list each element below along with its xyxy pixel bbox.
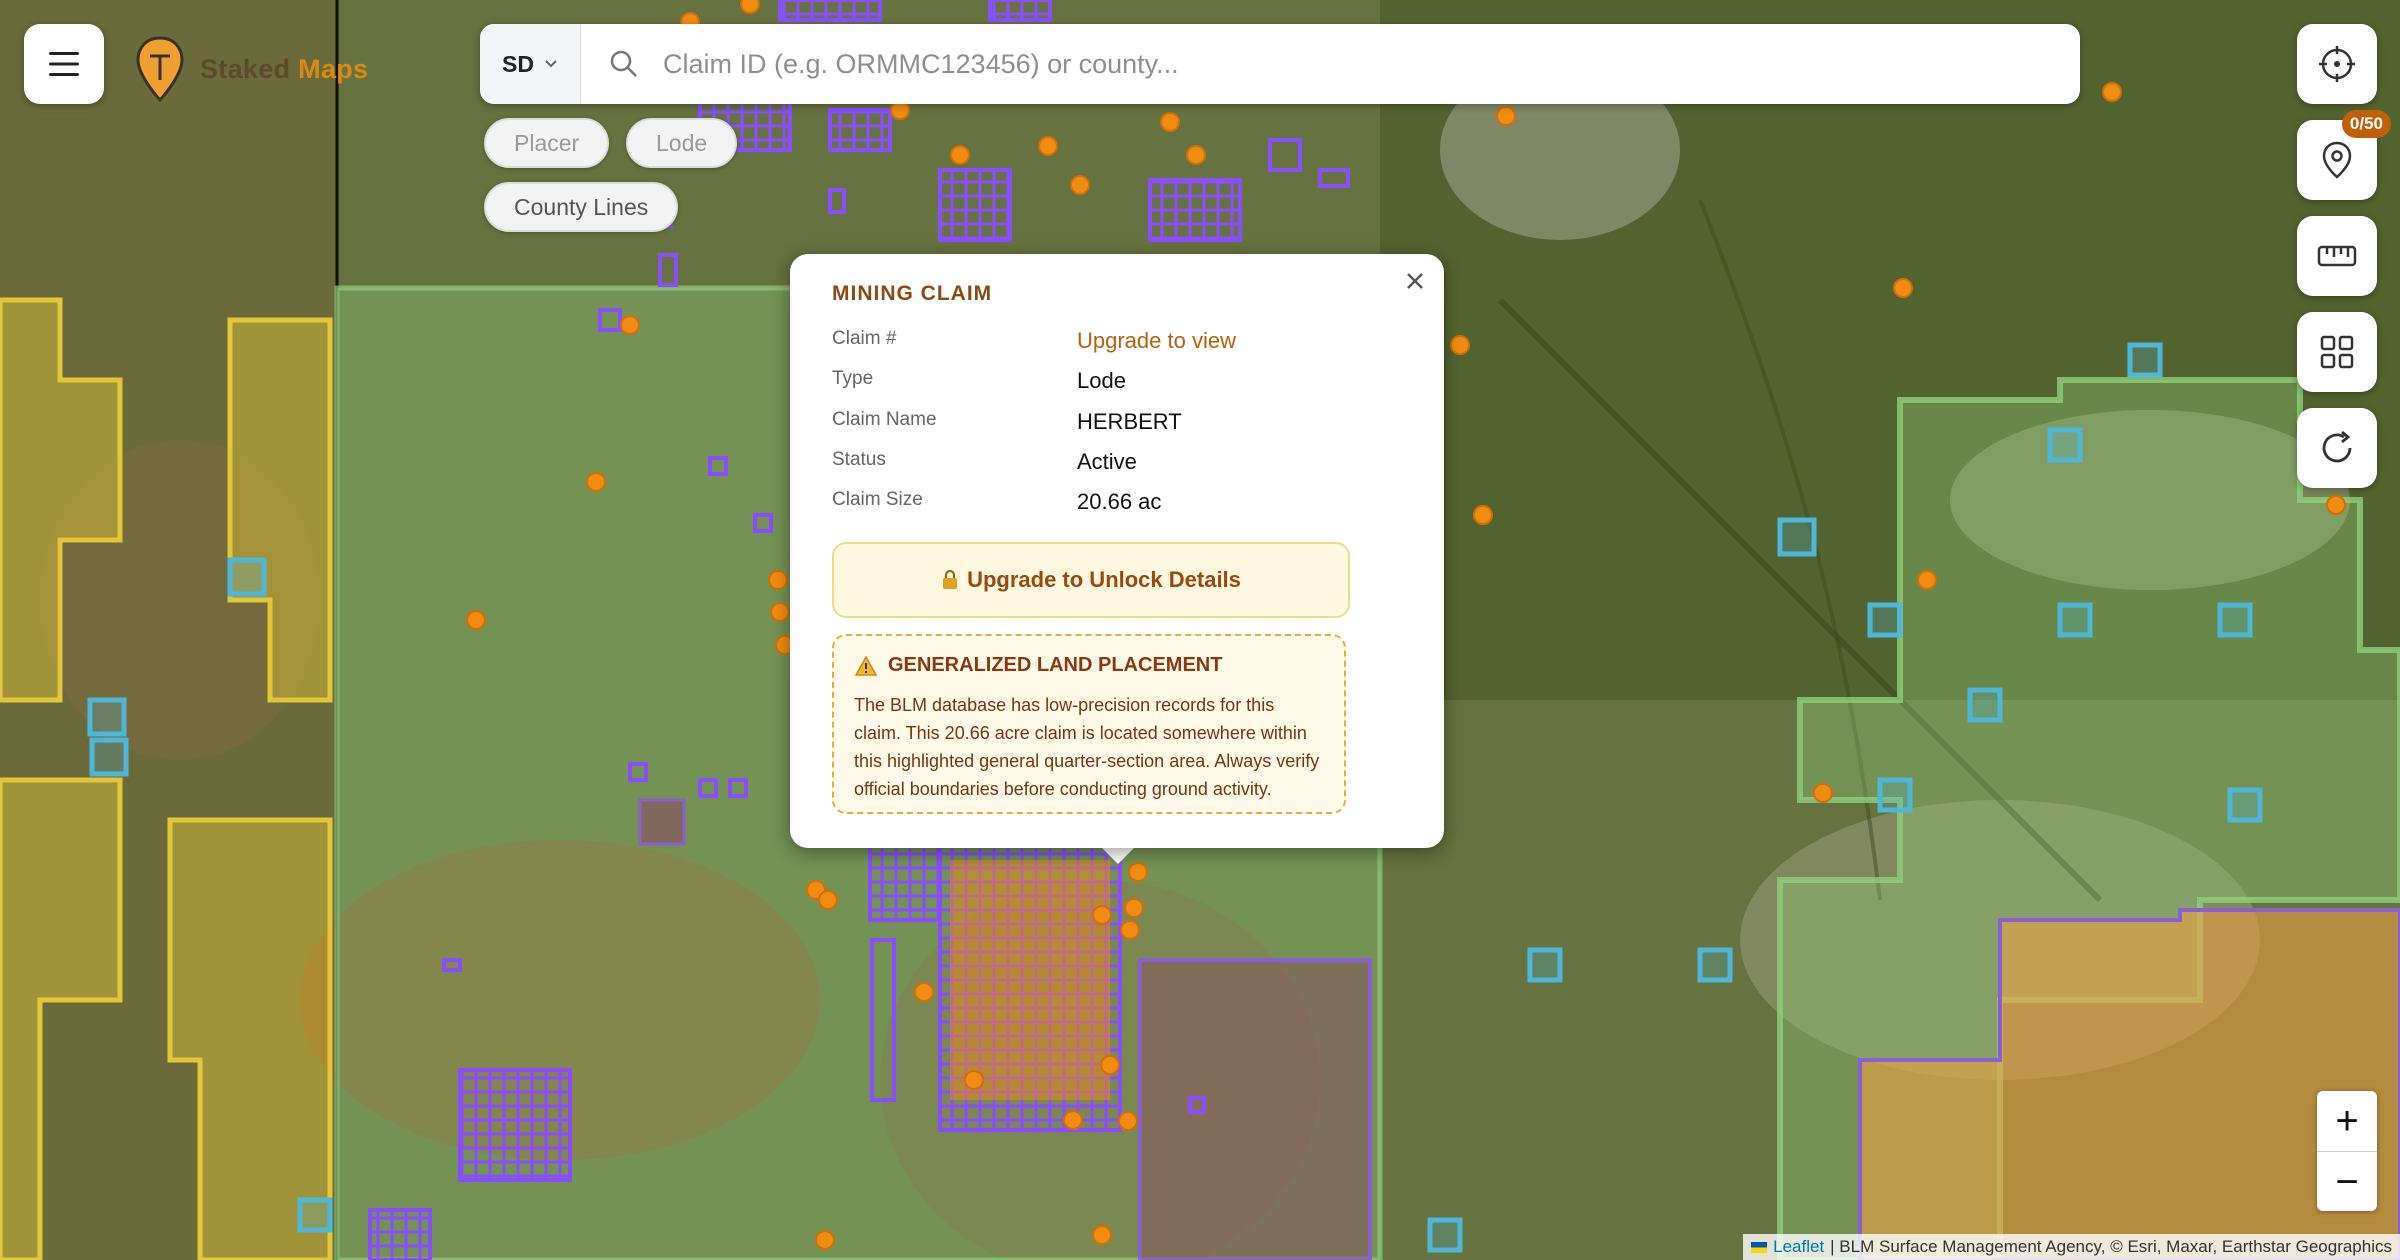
generalized-placement-warning: GENERALIZED LAND PLACEMENT The BLM datab… (832, 634, 1346, 814)
grid-icon (2320, 335, 2354, 369)
filter-chip-placer[interactable]: Placer (484, 118, 610, 168)
state-select[interactable]: SD (480, 24, 581, 104)
measure-button[interactable] (2297, 216, 2377, 296)
brand-name-part2: Maps (298, 53, 369, 84)
pin-icon (2322, 141, 2352, 179)
warning-icon (854, 654, 878, 676)
hamburger-icon (49, 52, 79, 76)
zoom-control: + − (2317, 1091, 2377, 1211)
filter-chip-lode[interactable]: Lode (626, 118, 738, 168)
map-attribution: Leaflet | BLM Surface Management Agency,… (1743, 1234, 2400, 1260)
status-row: Status Active (832, 449, 1137, 475)
popup-title: MINING CLAIM (832, 282, 993, 305)
brand-name-part1: Staked (200, 53, 291, 84)
zoom-out-button[interactable]: − (2317, 1152, 2377, 1212)
upgrade-unlock-button[interactable]: Upgrade to Unlock Details (832, 542, 1350, 618)
search-input[interactable] (661, 47, 2045, 81)
state-select-value: SD (502, 50, 534, 77)
status-label: Status (832, 449, 886, 470)
filter-chip-county-lines[interactable]: County Lines (484, 182, 679, 232)
claim-size-row: Claim Size 20.66 ac (832, 489, 1161, 515)
type-value: Lode (1077, 368, 1126, 393)
zoom-in-button[interactable]: + (2317, 1091, 2377, 1152)
leaflet-link[interactable]: Leaflet (1773, 1237, 1824, 1257)
claim-number-label: Claim # (832, 328, 897, 349)
claim-name-value: HERBERT (1077, 409, 1182, 434)
ruler-icon (2317, 245, 2357, 267)
upgrade-unlock-label: Upgrade to Unlock Details (967, 567, 1241, 592)
type-label: Type (832, 368, 874, 389)
leaflet-flag-icon (1751, 1241, 1768, 1253)
claim-number-upgrade-link[interactable]: Upgrade to view (1077, 328, 1236, 354)
saved-pins-button[interactable]: 0/50 (2297, 110, 2391, 200)
status-value: Active (1077, 449, 1137, 474)
claim-name-row: Claim Name HERBERT (832, 409, 1182, 435)
claim-popup: MINING CLAIM Claim # Upgrade to view Typ… (790, 254, 1444, 848)
locate-button[interactable] (2297, 24, 2377, 104)
pins-count-badge: 0/50 (2341, 110, 2391, 138)
pin-logo-icon (136, 36, 184, 103)
claim-size-label: Claim Size (832, 489, 923, 510)
claim-number-row: Claim # Upgrade to view (832, 328, 1236, 354)
attribution-text: | BLM Surface Management Agency, © Esri,… (1830, 1237, 2392, 1256)
type-row: Type Lode (832, 368, 1126, 394)
menu-button[interactable] (24, 24, 104, 104)
crosshair-icon (2319, 46, 2355, 82)
claim-size-value: 20.66 ac (1077, 489, 1162, 514)
lock-icon (943, 569, 958, 589)
popup-tip (1100, 846, 1136, 864)
refresh-icon (2322, 430, 2352, 463)
brand-name: Staked Maps (200, 54, 368, 85)
close-icon[interactable] (1400, 266, 1430, 296)
search-bar: SD (480, 24, 2080, 104)
search-icon (610, 50, 637, 77)
layers-button[interactable] (2297, 312, 2377, 392)
claim-name-label: Claim Name (832, 409, 937, 430)
refresh-button[interactable] (2297, 408, 2377, 488)
chevron-down-icon (545, 60, 557, 68)
warning-title: GENERALIZED LAND PLACEMENT (888, 654, 1223, 676)
warning-body: The BLM database has low-precision recor… (854, 695, 1320, 799)
brand[interactable]: Staked Maps (134, 34, 368, 104)
